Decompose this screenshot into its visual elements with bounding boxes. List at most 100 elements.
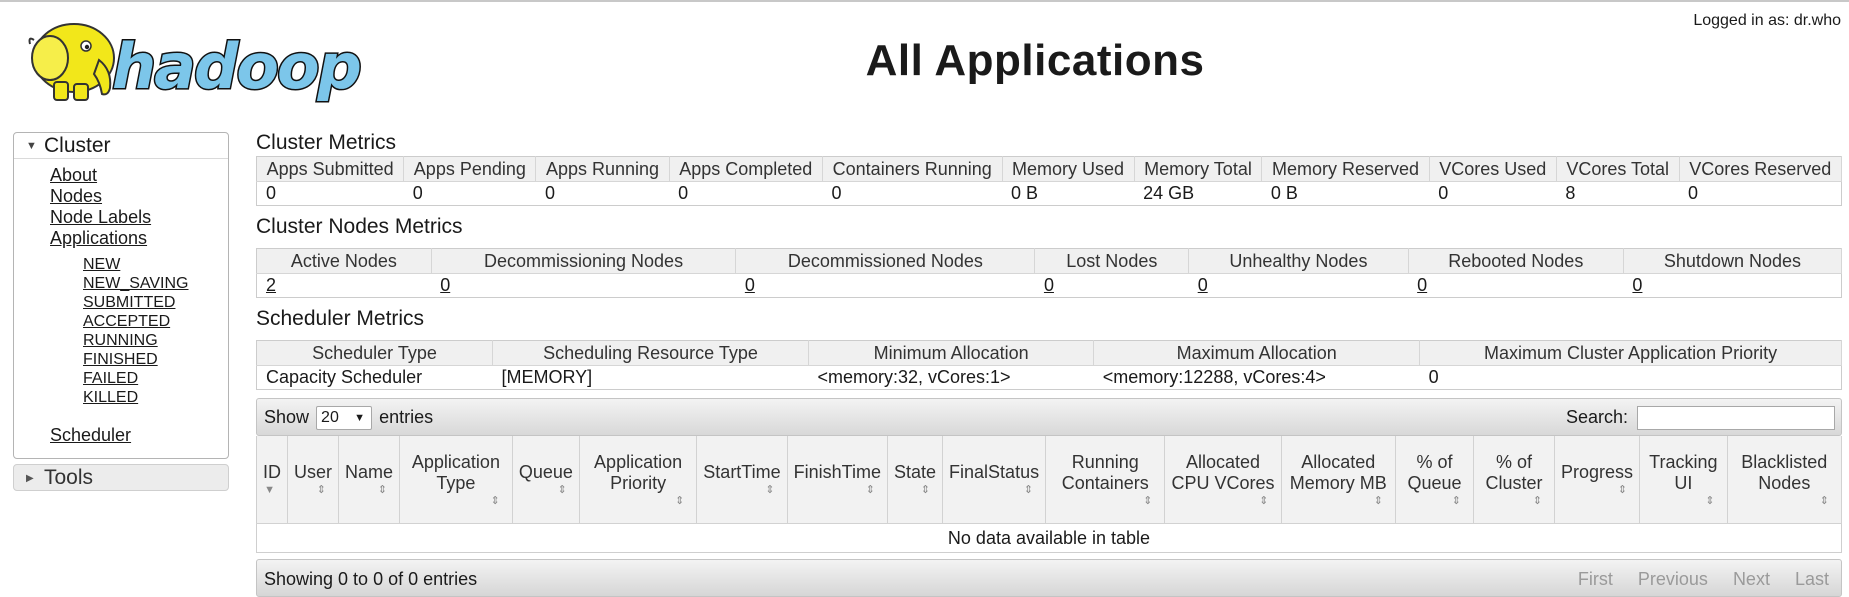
column-header-finalstatus[interactable]: FinalStatus ⇕: [942, 436, 1047, 524]
decommissioned-nodes-link[interactable]: 0: [745, 275, 755, 295]
scheduler-metrics-table: Scheduler Type Scheduling Resource Type …: [256, 340, 1842, 390]
nav-link-new-saving[interactable]: NEW_SAVING: [83, 274, 228, 293]
cluster-nav-label: Cluster: [44, 134, 111, 157]
nav-link-new[interactable]: NEW: [83, 255, 228, 274]
metric-value: <memory:32, vCores:1>: [817, 367, 1011, 387]
shutdown-nodes-link[interactable]: 0: [1632, 275, 1642, 295]
metric-header: Apps Submitted: [256, 156, 405, 182]
column-header-name[interactable]: Name ⇕: [338, 436, 401, 524]
lost-nodes-link[interactable]: 0: [1044, 275, 1054, 295]
column-header-tracking-ui[interactable]: Tracking UI ⇕: [1639, 436, 1728, 524]
column-header-state[interactable]: State ⇕: [887, 436, 944, 524]
active-nodes-link[interactable]: 2: [266, 275, 276, 295]
metric-header: Apps Completed: [669, 156, 823, 182]
sort-both-icon: ⇕: [765, 484, 775, 496]
pager-previous-button[interactable]: Previous: [1638, 569, 1708, 589]
main-content: Cluster Metrics Apps Submitted Apps Pend…: [256, 130, 1843, 597]
sort-both-icon: ⇕: [557, 484, 567, 496]
nav-link-accepted[interactable]: ACCEPTED: [83, 312, 228, 331]
column-header-queue[interactable]: Queue ⇕: [512, 436, 580, 524]
app-state-links: NEW NEW_SAVING SUBMITTED ACCEPTED RUNNIN…: [50, 249, 228, 411]
tools-nav-header[interactable]: ▶ Tools: [13, 464, 229, 491]
column-header-user[interactable]: User ⇕: [287, 436, 340, 524]
column-header-allocated-cpu-vcores[interactable]: Allocated CPU VCores ⇕: [1164, 436, 1282, 524]
sort-both-icon: ⇕: [1617, 484, 1628, 496]
show-label: Show: [264, 406, 310, 427]
column-header-progress[interactable]: Progress ⇕: [1554, 436, 1641, 524]
cluster-metrics-table: Apps Submitted Apps Pending Apps Running…: [256, 156, 1843, 206]
scheduler-metrics-header-row: Scheduler Type Scheduling Resource Type …: [256, 340, 1842, 366]
rebooted-nodes-link[interactable]: 0: [1417, 275, 1427, 295]
metric-header: Decommissioning Nodes: [431, 248, 737, 274]
sort-both-icon: ⇕: [1373, 494, 1383, 507]
dropdown-caret-icon: ▼: [354, 412, 366, 424]
applications-datatable: Show 20 ▼ entries Search: ID ▼ User ⇕ Name ⇕…: [256, 398, 1843, 597]
metric-value: 0: [678, 183, 689, 203]
search-input[interactable]: [1637, 406, 1835, 430]
metric-header: Minimum Allocation: [808, 340, 1095, 366]
metric-value: <memory:12288, vCores:4>: [1102, 367, 1326, 387]
nav-link-about[interactable]: About: [50, 165, 228, 186]
decommissioning-nodes-link[interactable]: 0: [440, 275, 450, 295]
metric-header: Lost Nodes: [1034, 248, 1190, 274]
tools-nav-label: Tools: [44, 466, 94, 489]
nav-link-nodes[interactable]: Nodes: [50, 186, 228, 207]
pager-last-button[interactable]: Last: [1795, 569, 1829, 589]
scheduler-metrics-title: Scheduler Metrics: [256, 307, 425, 330]
column-header-application-type[interactable]: Application Type ⇕: [399, 436, 513, 524]
column-header-blacklisted-nodes[interactable]: Blacklisted Nodes ⇕: [1727, 436, 1843, 524]
applications-header-row: ID ▼ User ⇕ Name ⇕ Application Type ⇕ Queue ⇕…: [256, 436, 1843, 524]
metric-value: 0: [1438, 183, 1449, 203]
column-header-percent-of-cluster[interactable]: % of Cluster ⇕: [1473, 436, 1556, 524]
metric-value: 0: [544, 183, 555, 203]
pagination: First Previous Next Last: [1558, 569, 1829, 590]
metric-value: 0: [266, 183, 277, 203]
page-length-select[interactable]: 20 ▼: [316, 406, 373, 430]
column-header-finishtime[interactable]: FinishTime ⇕: [787, 436, 889, 524]
column-header-running-containers[interactable]: Running Containers ⇕: [1045, 436, 1166, 524]
nav-link-failed[interactable]: FAILED: [83, 369, 228, 388]
metric-value: [MEMORY]: [501, 367, 593, 387]
metric-value: 0: [1428, 367, 1439, 387]
empty-row: No data available in table: [256, 523, 1842, 553]
triangle-right-icon: ▶: [26, 472, 34, 484]
datatable-bottom-bar: Showing 0 to 0 of 0 entries First Previo…: [256, 559, 1842, 597]
metric-header: Shutdown Nodes: [1623, 248, 1843, 274]
unhealthy-nodes-link[interactable]: 0: [1198, 275, 1208, 295]
pager-first-button[interactable]: First: [1578, 569, 1613, 589]
nav-link-killed[interactable]: KILLED: [83, 388, 228, 407]
cluster-metrics-header-row: Apps Submitted Apps Pending Apps Running…: [256, 156, 1843, 182]
column-header-allocated-memory-mb[interactable]: Allocated Memory MB ⇕: [1281, 436, 1396, 524]
metric-header: Scheduler Type: [256, 340, 493, 366]
nav-link-finished[interactable]: FINISHED: [83, 350, 228, 369]
cluster-nav: ▼ Cluster About Nodes Node Labels Applica…: [13, 132, 229, 459]
sort-both-icon: ⇕: [920, 484, 931, 496]
sort-both-icon: ⇕: [675, 494, 685, 507]
cluster-nav-header[interactable]: ▼ Cluster: [14, 133, 228, 159]
sort-desc-icon: ▼: [264, 484, 275, 496]
column-header-application-priority[interactable]: Application Priority ⇕: [579, 436, 698, 524]
logged-in-user: Logged in as: dr.who: [1693, 12, 1841, 29]
metric-value: Capacity Scheduler: [266, 367, 423, 387]
metric-header: Apps Running: [535, 156, 670, 182]
metric-header: Scheduling Resource Type: [492, 340, 809, 366]
triangle-down-icon: ▼: [26, 139, 37, 152]
pager-next-button[interactable]: Next: [1733, 569, 1770, 589]
datatable-top-bar: Show 20 ▼ entries Search:: [256, 398, 1842, 436]
metric-value: 0: [1688, 183, 1699, 203]
nav-link-submitted[interactable]: SUBMITTED: [83, 293, 228, 312]
column-header-starttime[interactable]: StartTime ⇕: [696, 436, 788, 524]
search-control: Search:: [1566, 406, 1835, 430]
nav-link-running[interactable]: RUNNING: [83, 331, 228, 350]
nodes-metrics-table: Active Nodes Decommissioning Nodes Decom…: [256, 248, 1843, 298]
column-header-percent-of-queue[interactable]: % of Queue ⇕: [1395, 436, 1475, 524]
nav-link-scheduler[interactable]: Scheduler: [50, 425, 228, 446]
page-length-value: 20: [321, 409, 339, 426]
sort-both-icon: ⇕: [1023, 484, 1034, 496]
nav-link-applications[interactable]: Applications: [50, 228, 228, 249]
metric-value: 24 GB: [1143, 183, 1195, 203]
applications-table: ID ▼ User ⇕ Name ⇕ Application Type ⇕ Queue ⇕…: [256, 436, 1843, 553]
nav-link-node-labels[interactable]: Node Labels: [50, 207, 228, 228]
column-header-id[interactable]: ID ▼: [256, 436, 288, 524]
metric-value: 0 B: [1011, 183, 1039, 203]
